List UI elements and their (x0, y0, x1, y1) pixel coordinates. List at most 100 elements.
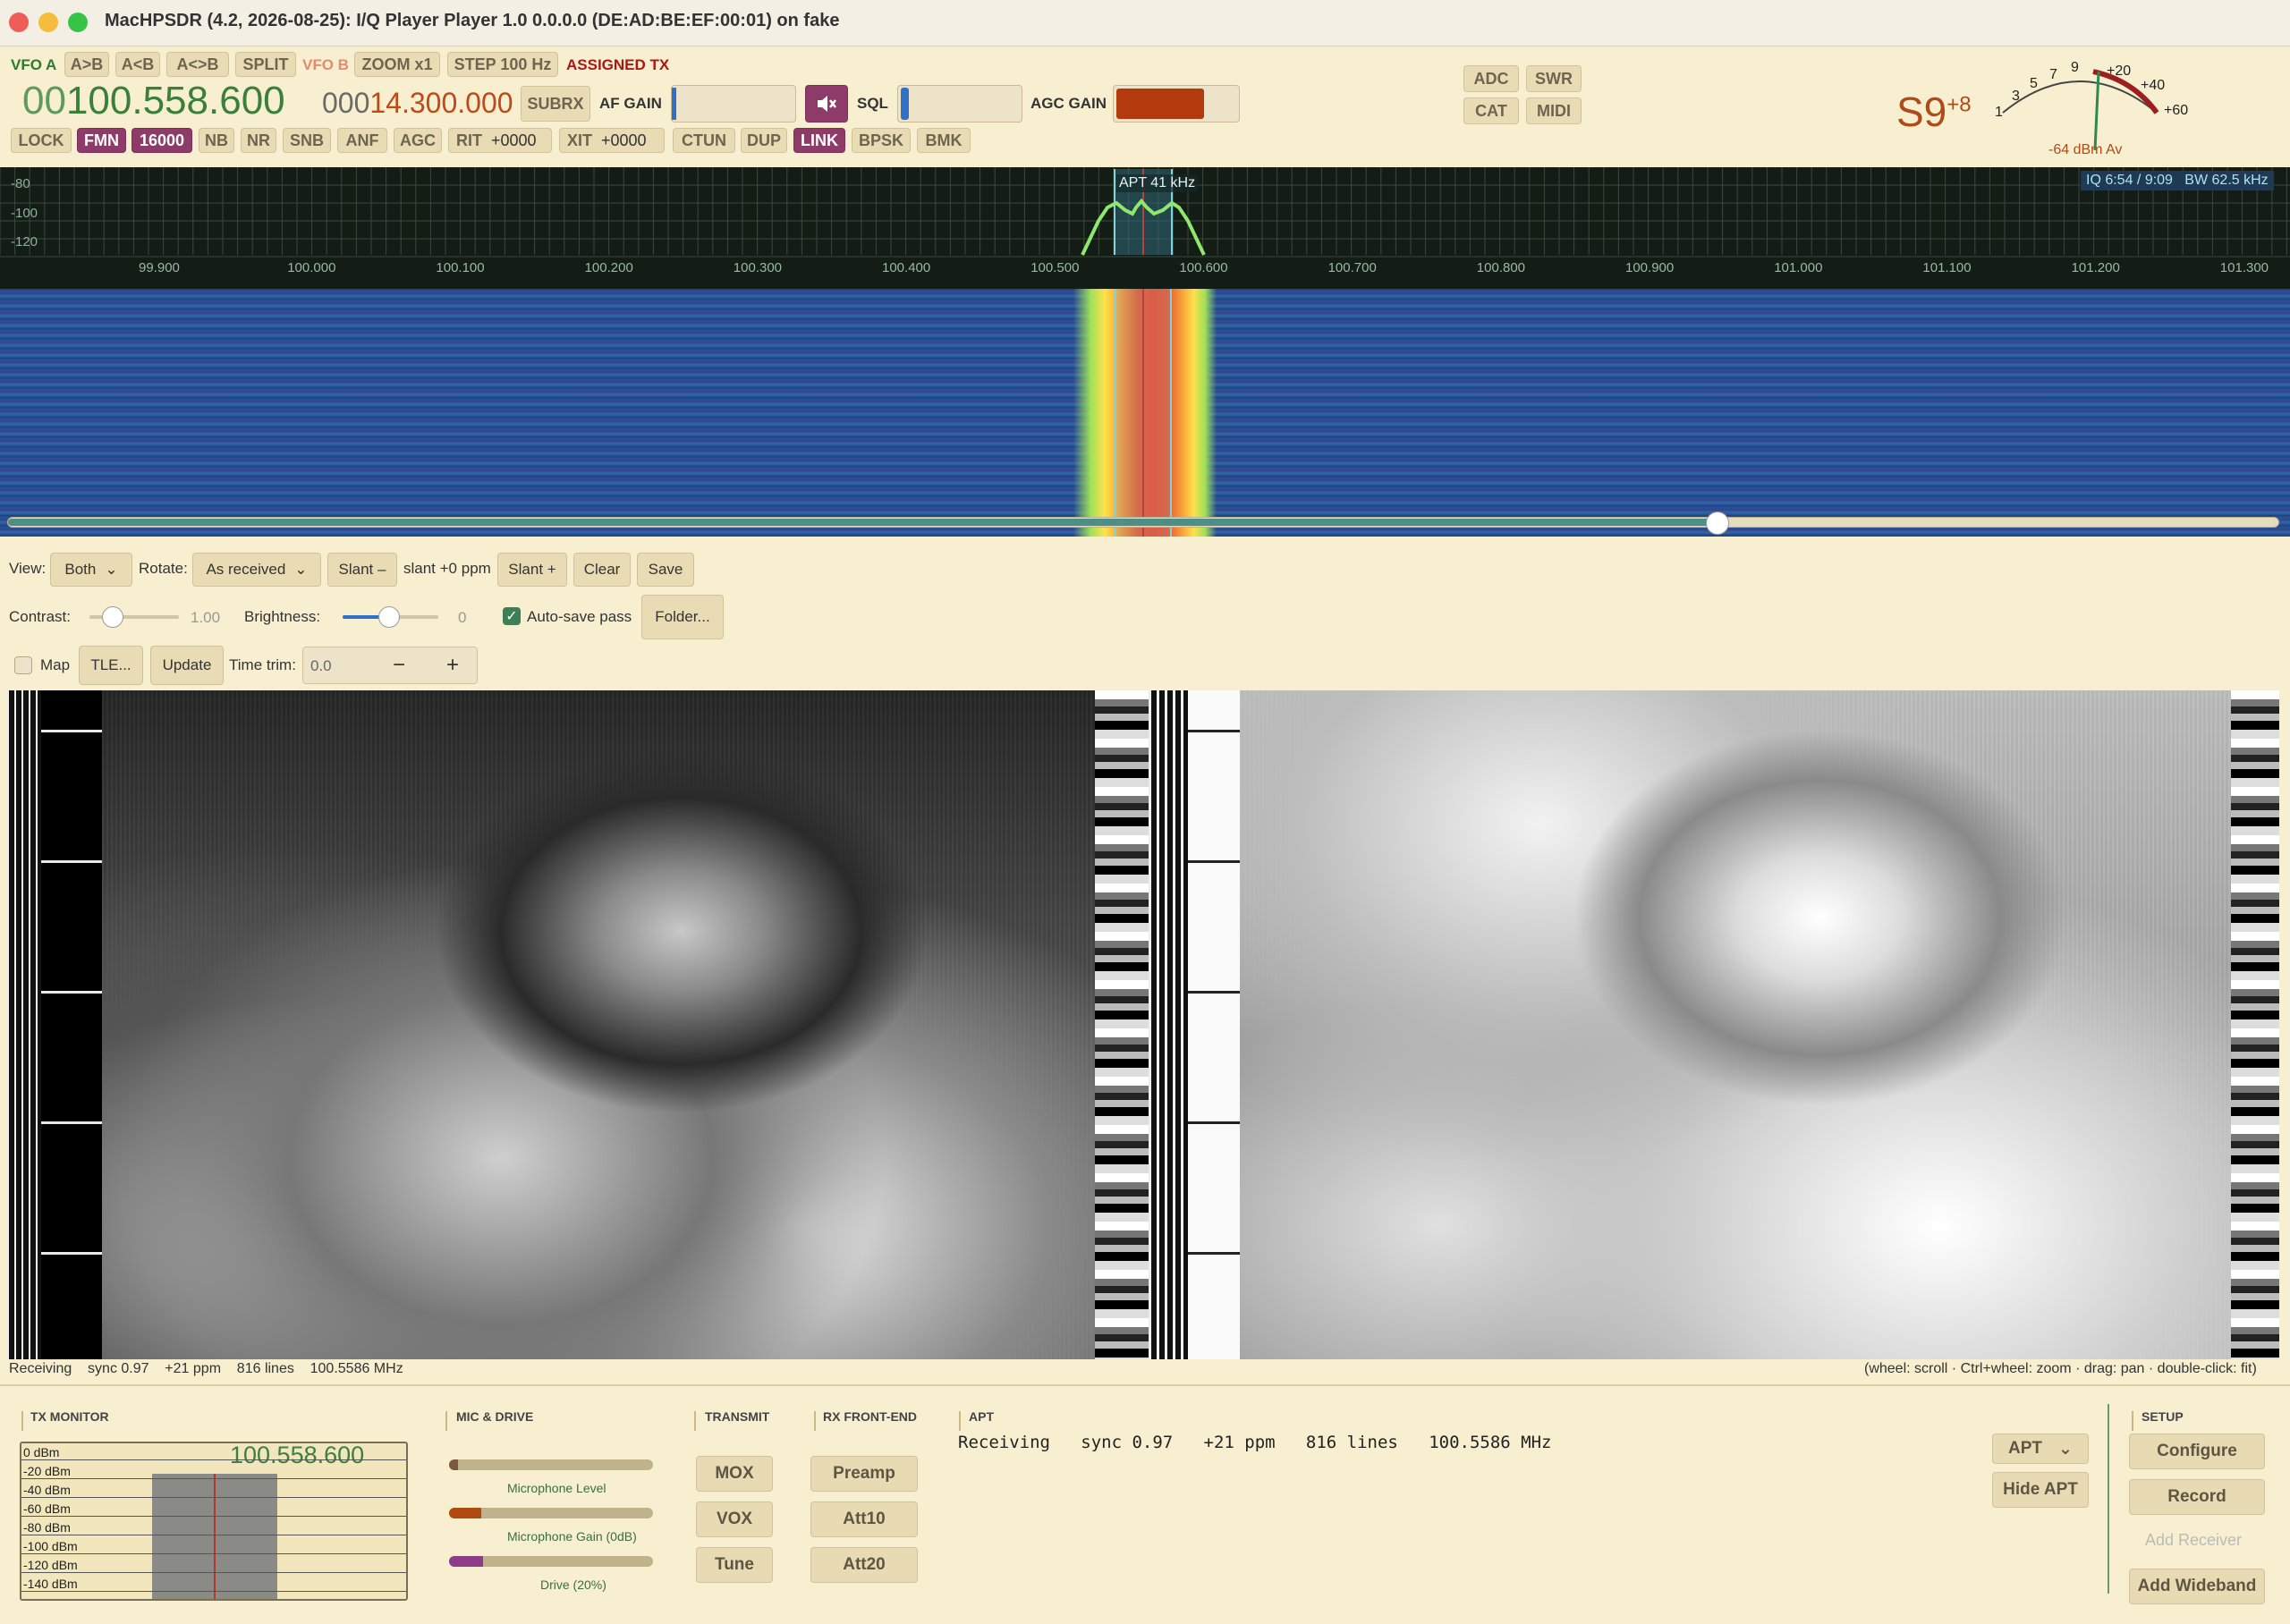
transmit-bar (694, 1411, 696, 1431)
squelch-slider[interactable] (897, 85, 1022, 123)
zoom-window-button[interactable] (68, 13, 88, 32)
snb-button[interactable]: SNB (283, 128, 331, 153)
hide-apt-button[interactable]: Hide APT (1992, 1472, 2089, 1508)
waterfall[interactable] (0, 289, 2290, 537)
apt-heading: APT (969, 1409, 994, 1424)
agc-gain-slider[interactable] (1113, 85, 1240, 123)
mute-button[interactable] (805, 85, 848, 123)
contrast-label: Contrast: (9, 608, 71, 625)
brightness-value: 0 (458, 609, 467, 626)
zoom-button[interactable]: ZOOM x1 (354, 52, 440, 77)
rotate-select[interactable]: As received ⌄ (192, 553, 321, 587)
transmit-heading: TRANSMIT (705, 1409, 770, 1424)
freq-label: 100.600 (1179, 260, 1228, 275)
apt-select[interactable]: APT ⌄ (1992, 1434, 2089, 1464)
playback-slider[interactable] (7, 512, 2279, 535)
s-meter-value: S9 (1896, 89, 1947, 135)
preamp-button[interactable]: Preamp (810, 1456, 918, 1492)
ctun-button[interactable]: CTUN (673, 128, 735, 153)
vfo-b-frequency[interactable]: 00014.300.000 (322, 87, 513, 120)
time-trim-minus[interactable]: − (393, 653, 405, 678)
add-receiver-button[interactable]: Add Receiver (2145, 1531, 2242, 1550)
af-gain-handle[interactable] (672, 88, 676, 120)
brightness-slider[interactable] (343, 606, 438, 628)
contrast-thumb[interactable] (102, 606, 123, 628)
xit-control[interactable]: XIT +0000 (559, 128, 665, 153)
add-wideband-button[interactable]: Add Wideband (2129, 1569, 2265, 1604)
swap-ab-button[interactable]: A<>B (166, 52, 229, 77)
nr-button[interactable]: NR (241, 128, 276, 153)
save-button[interactable]: Save (637, 553, 694, 587)
nb-button[interactable]: NB (199, 128, 234, 153)
record-button[interactable]: Record (2129, 1479, 2265, 1515)
setup-bar (2132, 1411, 2133, 1431)
minimize-window-button[interactable] (38, 13, 58, 32)
adc-button[interactable]: ADC (1463, 65, 1519, 92)
squelch-handle[interactable] (901, 88, 909, 120)
apt-image[interactable] (7, 690, 2279, 1359)
tune-button[interactable]: Tune (696, 1547, 773, 1583)
att20-button[interactable]: Att20 (810, 1547, 918, 1583)
split-button[interactable]: SPLIT (235, 52, 296, 77)
bmk-button[interactable]: BMK (917, 128, 971, 153)
bpsk-button[interactable]: BPSK (852, 128, 911, 153)
xit-label: XIT (567, 131, 593, 149)
step-button[interactable]: STEP 100 Hz (447, 52, 558, 77)
brightness-thumb[interactable] (378, 606, 400, 628)
agc-button[interactable]: AGC (394, 128, 442, 153)
space-a-band (41, 690, 109, 1359)
time-trim-stepper[interactable]: 0.0 − + (302, 647, 478, 684)
mox-button[interactable]: MOX (696, 1456, 773, 1492)
agc-gain-fill[interactable] (1116, 89, 1204, 119)
dup-button[interactable]: DUP (741, 128, 787, 153)
contrast-slider[interactable] (89, 606, 179, 628)
vfo-a-prefix: 00 (22, 79, 66, 123)
tx-dbm-label: -80 dBm (21, 1520, 406, 1535)
filter-button[interactable]: 16000 (131, 128, 192, 153)
checkmark-icon: ✓ (505, 609, 518, 624)
vox-button[interactable]: VOX (696, 1501, 773, 1537)
drive-bar[interactable] (449, 1556, 653, 1567)
time-trim-plus[interactable]: + (446, 653, 459, 678)
mic-level-bar[interactable] (449, 1459, 653, 1470)
folder-button[interactable]: Folder... (641, 595, 724, 639)
autosave-checkbox[interactable]: ✓ (503, 607, 521, 625)
mic-gain-bar[interactable] (449, 1508, 653, 1518)
rotate-label: Rotate: (139, 560, 188, 577)
vfo-a-label: VFO A (11, 56, 57, 73)
setup-divider (2108, 1404, 2109, 1594)
tle-button[interactable]: TLE... (79, 646, 143, 685)
configure-button[interactable]: Configure (2129, 1434, 2265, 1469)
subrx-button[interactable]: SUBRX (521, 86, 590, 122)
anf-button[interactable]: ANF (337, 128, 387, 153)
midi-button[interactable]: MIDI (1526, 97, 1582, 124)
time-trim-label: Time trim: (229, 656, 296, 673)
apt-status-line: Receiving sync 0.97 +21 ppm 816 lines 10… (9, 1361, 403, 1376)
rit-control[interactable]: RIT +0000 (448, 128, 552, 153)
update-button[interactable]: Update (150, 646, 224, 685)
clear-button[interactable]: Clear (573, 553, 631, 587)
playback-thumb[interactable] (1706, 512, 1730, 535)
att10-button[interactable]: Att10 (810, 1501, 918, 1537)
dial-5: 5 (2030, 76, 2038, 91)
lock-button[interactable]: LOCK (11, 128, 72, 153)
map-checkbox[interactable] (14, 656, 32, 674)
dial-dbm: -64 dBm Av (2048, 142, 2122, 157)
af-gain-slider[interactable] (671, 85, 796, 123)
vfo-a-frequency[interactable]: 00100.558.600 (22, 79, 285, 123)
b-to-a-button[interactable]: A<B (115, 52, 160, 77)
freq-label: 101.200 (2071, 260, 2120, 275)
close-window-button[interactable] (9, 13, 29, 32)
slant-minus-button[interactable]: Slant – (327, 553, 397, 587)
freq-label: 100.200 (584, 260, 633, 275)
cat-button[interactable]: CAT (1463, 97, 1519, 124)
slant-plus-button[interactable]: Slant + (497, 553, 567, 587)
link-button[interactable]: LINK (793, 128, 845, 153)
mic-level-label: Microphone Level (507, 1481, 606, 1495)
a-to-b-button[interactable]: A>B (64, 52, 109, 77)
view-value: Both (64, 561, 97, 578)
mode-button[interactable]: FMN (77, 128, 126, 153)
view-select[interactable]: Both ⌄ (50, 553, 132, 587)
swr-button[interactable]: SWR (1526, 65, 1582, 92)
spectrum-panadapter[interactable]: APT 41 kHz IQ 6:54 / 9:09 BW 62.5 kHz -8… (0, 167, 2290, 289)
